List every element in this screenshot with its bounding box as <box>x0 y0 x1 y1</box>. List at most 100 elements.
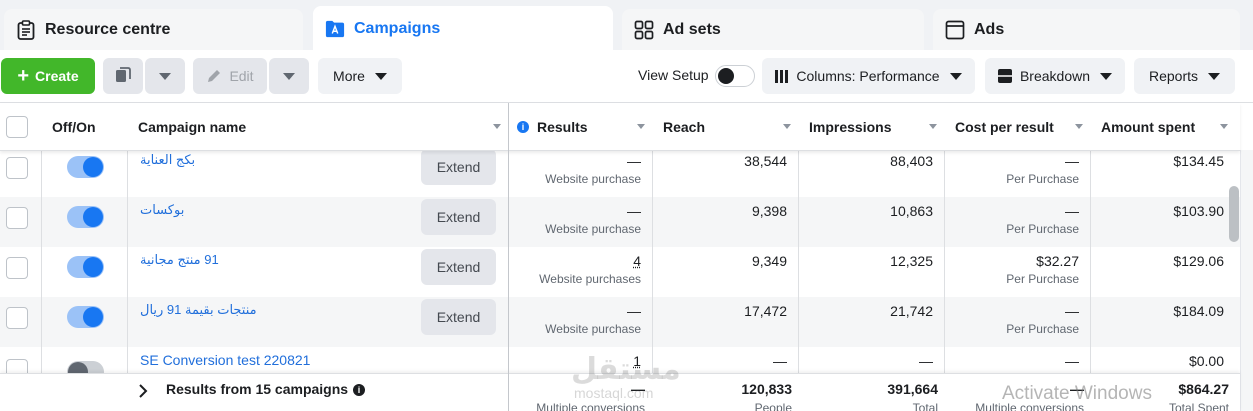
results-value[interactable]: 4 <box>633 253 641 269</box>
info-icon[interactable]: i <box>517 121 529 133</box>
table-row[interactable]: بوكسات Extend — Website purchase 9,398 1… <box>0 197 1240 247</box>
header-cost-per-result[interactable]: Cost per result <box>945 103 1091 151</box>
cost-type: Per Purchase <box>1006 272 1079 286</box>
frozen-column-divider <box>508 103 509 411</box>
campaign-name-link[interactable]: منتجات بقيمة 91 ريال <box>140 302 257 318</box>
table-row[interactable]: بكج العناية Extend — Website purchase 38… <box>0 151 1240 197</box>
create-button[interactable]: + Create <box>1 58 95 94</box>
edit-dropdown-button[interactable] <box>269 58 309 94</box>
toggle-knob <box>83 207 103 227</box>
total-reach-type: People <box>754 401 792 411</box>
campaign-toggle[interactable] <box>67 156 104 178</box>
table-header: Off/On Campaign name i Results Reach Imp… <box>0 103 1240 151</box>
sort-icon[interactable] <box>493 124 501 129</box>
campaign-name-link[interactable]: SE Conversion test 220821 <box>140 352 310 368</box>
ad-frame-icon <box>945 20 965 40</box>
sort-icon[interactable] <box>1075 124 1083 129</box>
campaign-toggle[interactable] <box>67 306 104 328</box>
vertical-scrollbar[interactable] <box>1240 150 1253 411</box>
toggle-knob <box>83 157 103 177</box>
header-results[interactable]: i Results <box>509 103 653 151</box>
row-checkbox[interactable] <box>6 207 28 229</box>
row-checkbox[interactable] <box>6 307 28 329</box>
campaign-toggle[interactable] <box>67 256 104 278</box>
select-all-checkbox[interactable] <box>6 116 28 138</box>
duplicate-button[interactable] <box>103 58 143 94</box>
spent-value: $134.45 <box>1173 153 1224 169</box>
row-checkbox[interactable] <box>6 157 28 179</box>
cost-value: — <box>1065 203 1079 219</box>
total-impressions: 391,664 <box>887 381 938 397</box>
duplicate-dropdown-button[interactable] <box>145 58 185 94</box>
impressions-value: 10,863 <box>890 203 933 219</box>
columns-icon <box>775 69 789 83</box>
toolbar: + Create Edit More View Setup Columns: P… <box>0 50 1253 102</box>
campaign-name-link[interactable]: بكج العناية <box>140 152 195 168</box>
spent-value: $184.09 <box>1173 303 1224 319</box>
row-checkbox[interactable] <box>6 359 28 373</box>
duplicate-icon <box>114 66 132 87</box>
extend-button[interactable]: Extend <box>421 299 496 335</box>
results-type: Website purchase <box>545 322 641 336</box>
sort-icon[interactable] <box>1220 124 1228 129</box>
reach-value: 9,349 <box>751 253 787 269</box>
scrollbar-thumb[interactable] <box>1229 186 1239 242</box>
spent-value: $0.00 <box>1188 353 1224 369</box>
campaign-folder-icon <box>325 19 345 39</box>
reach-value: — <box>773 353 787 369</box>
chevron-down-icon <box>1208 72 1221 80</box>
header-campaign-name[interactable]: Campaign name <box>128 103 509 151</box>
columns-button[interactable]: Columns: Performance <box>762 58 975 94</box>
totals-label: Results from 15 campaigns i <box>166 381 366 397</box>
header-impressions[interactable]: Impressions <box>799 103 945 151</box>
reports-button[interactable]: Reports <box>1134 58 1235 94</box>
extend-button[interactable]: Extend <box>421 249 496 285</box>
total-reach: 120,833 <box>741 381 792 397</box>
spent-value: $129.06 <box>1173 253 1224 269</box>
edit-button[interactable]: Edit <box>193 58 267 94</box>
total-spent-type: Total Spent <box>1168 401 1229 411</box>
row-checkbox[interactable] <box>6 257 28 279</box>
header-label: Campaign name <box>138 119 247 135</box>
info-icon[interactable]: i <box>353 384 366 396</box>
chevron-down-icon <box>1100 72 1113 80</box>
impressions-value: 21,742 <box>890 303 933 319</box>
tab-label: Resource centre <box>45 20 171 38</box>
cost-value: — <box>1065 153 1079 169</box>
extend-button[interactable]: Extend <box>421 199 496 235</box>
cost-value: — <box>1065 303 1079 319</box>
table-row[interactable]: 91 منتج مجانية Extend 4 Website purchase… <box>0 247 1240 297</box>
header-amount-spent[interactable]: Amount spent <box>1091 103 1236 151</box>
chevron-right-icon[interactable] <box>138 384 148 403</box>
campaign-toggle[interactable] <box>67 206 104 228</box>
cost-value: — <box>1065 353 1079 369</box>
chevron-down-icon <box>283 72 295 80</box>
tab-ad-sets[interactable]: Ad sets <box>622 9 924 50</box>
spent-value: $103.90 <box>1173 203 1224 219</box>
campaign-name-link[interactable]: 91 منتج مجانية <box>140 252 219 268</box>
tab-resource-centre[interactable]: Resource centre <box>4 9 303 50</box>
sort-icon[interactable] <box>929 124 937 129</box>
reports-label: Reports <box>1148 68 1199 84</box>
campaign-name-link[interactable]: بوكسات <box>140 202 184 218</box>
campaign-toggle[interactable] <box>67 361 104 373</box>
columns-label: Columns: Performance <box>796 68 940 84</box>
cost-type: Per Purchase <box>1006 222 1079 236</box>
tab-ads[interactable]: Ads <box>933 9 1240 50</box>
results-value: — <box>627 203 641 219</box>
sort-icon[interactable] <box>637 124 645 129</box>
cost-value: $32.27 <box>1036 253 1079 269</box>
impressions-value: — <box>919 353 933 369</box>
extend-button[interactable]: Extend <box>421 151 496 185</box>
table-row[interactable]: منتجات بقيمة 91 ريال Extend — Website pu… <box>0 297 1240 347</box>
header-label: Off/On <box>52 119 96 135</box>
view-setup-toggle[interactable] <box>715 65 755 87</box>
results-type: Website purchases <box>539 272 641 286</box>
header-off-on[interactable]: Off/On <box>42 103 128 151</box>
header-reach[interactable]: Reach <box>653 103 799 151</box>
breakdown-button[interactable]: Breakdown <box>985 58 1125 94</box>
plus-icon: + <box>17 65 30 87</box>
sort-icon[interactable] <box>783 124 791 129</box>
more-button[interactable]: More <box>318 58 402 94</box>
tab-campaigns[interactable]: Campaigns <box>313 6 613 52</box>
